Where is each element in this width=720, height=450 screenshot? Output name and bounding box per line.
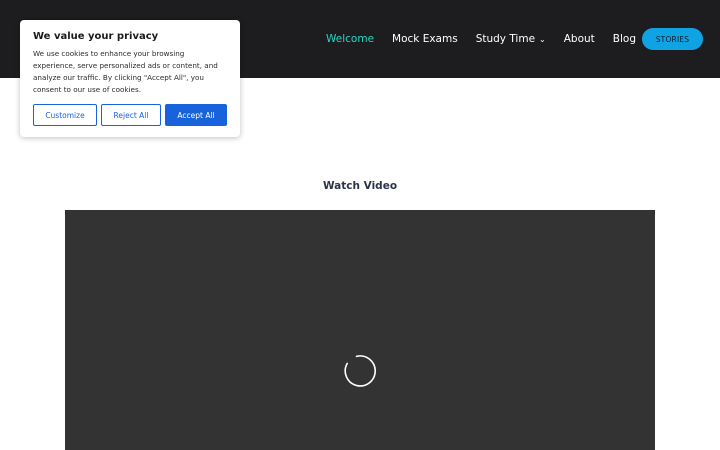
nav-item-blog[interactable]: Blog <box>613 33 636 45</box>
cookie-banner-title: We value your privacy <box>33 31 159 42</box>
nav-item-mock-exams[interactable]: Mock Exams <box>392 33 458 45</box>
nav-item-label: Blog <box>612 33 637 45</box>
reject-all-button[interactable]: Reject All <box>101 104 161 126</box>
nav-item-label: Mock Exams <box>392 33 458 45</box>
loading-spinner-icon <box>344 355 376 387</box>
main-navigation: Welcome Mock Exams Study Time ⌄ About Bl… <box>326 0 654 78</box>
cookie-banner-text: We use cookies to enhance your browsing … <box>33 49 218 94</box>
accept-all-button[interactable]: Accept All <box>165 104 227 126</box>
nav-item-label: About <box>563 33 595 45</box>
cookie-consent-banner: We value your privacy We use cookies to … <box>20 20 240 137</box>
nav-item-label: Welcome <box>326 33 375 45</box>
nav-item-welcome[interactable]: Welcome <box>326 33 374 45</box>
chevron-down-icon: ⌄ <box>539 34 546 44</box>
nav-item-about[interactable]: About <box>564 33 595 45</box>
stories-button[interactable]: STORIES <box>642 28 703 50</box>
nav-item-label: Study Time <box>475 33 536 45</box>
nav-item-study-time[interactable]: Study Time ⌄ <box>476 33 546 45</box>
customize-button[interactable]: Customize <box>33 104 97 126</box>
section-title: Watch Video <box>322 180 398 192</box>
video-player[interactable] <box>65 210 655 450</box>
cookie-actions: Customize Reject All Accept All <box>33 104 227 126</box>
